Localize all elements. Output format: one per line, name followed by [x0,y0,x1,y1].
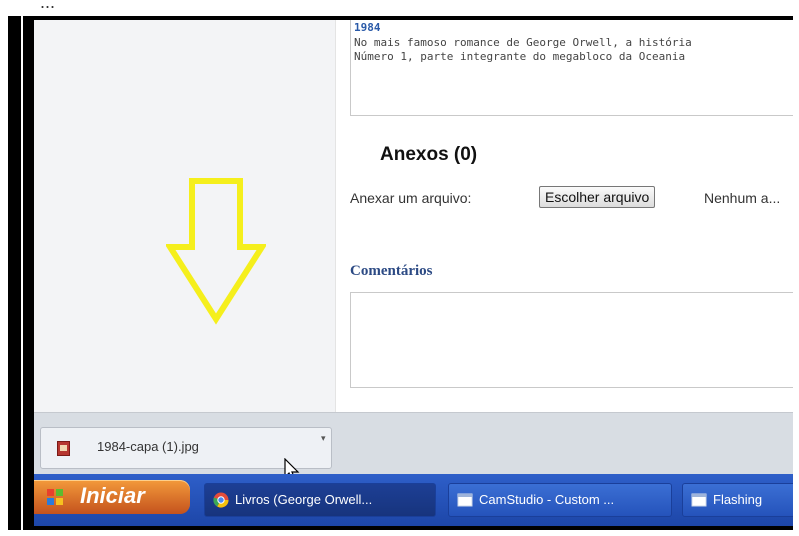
start-button[interactable]: Iniciar [34,480,190,514]
taskbar-item-flashing[interactable]: Flashing [682,483,793,517]
attach-file-label: Anexar um arquivo: [350,190,472,206]
attachments-heading: Anexos (0) [380,144,478,165]
frame-divider [21,16,23,530]
start-label: Iniciar [80,483,145,508]
taskbar-item-label: Livros (George Orwell... [235,492,373,507]
book-description-box: 1984 No mais famoso romance de George Or… [350,20,793,116]
image-file-icon [57,441,70,456]
video-frame: 1984 No mais famoso romance de George Or… [8,16,793,530]
taskbar-item-browser[interactable]: Livros (George Orwell... [204,483,436,517]
window-icon [691,493,707,507]
download-bar: 1984-capa (1).jpg ▾ [34,412,793,481]
book-title-link[interactable]: 1984 [354,21,381,34]
screen: 1984 No mais famoso romance de George Or… [34,20,793,526]
download-item[interactable]: 1984-capa (1).jpg ▾ [40,427,332,481]
page-content: 1984 No mais famoso romance de George Or… [336,20,793,412]
top-partial-text: ... [40,0,56,12]
no-file-chosen-text: Nenhum a... [704,190,781,206]
chevron-down-icon[interactable]: ▾ [321,433,326,444]
down-arrow-icon [166,178,266,325]
taskbar-item-label: Flashing [713,492,763,507]
choose-file-button[interactable]: Escolher arquivo [539,186,656,208]
window-icon [457,493,473,507]
download-file-name: 1984-capa (1).jpg [97,439,199,454]
book-description-line-2: Número 1, parte integrante do megabloco … [354,50,686,63]
chrome-icon [213,492,229,508]
taskbar: Iniciar Livros (George Orwell... CamStud… [34,474,793,526]
comments-heading: Comentários [350,263,433,279]
book-description-line-1: No mais famoso romance de George Orwell,… [354,36,692,49]
taskbar-item-label: CamStudio - Custom ... [479,492,615,507]
taskbar-item-camstudio[interactable]: CamStudio - Custom ... [448,483,672,517]
comments-textarea[interactable] [350,292,793,388]
windows-logo-icon [47,489,63,505]
